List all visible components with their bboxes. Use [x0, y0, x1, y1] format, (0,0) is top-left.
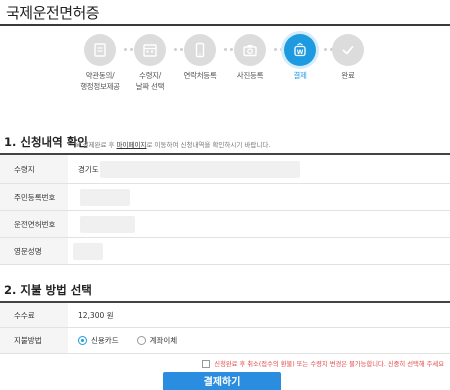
row-label: 주민등록번호	[0, 184, 68, 210]
step-complete: 완료	[318, 30, 378, 81]
progress-steps: 약관동의/ 행정정보제공 수령지/ 날짜 선택 연락처등록 사진등록 W 결제 …	[0, 30, 450, 100]
checkmark-icon	[332, 34, 364, 66]
mypage-link[interactable]: 마이페이지	[117, 141, 147, 149]
consent-checkbox[interactable]	[202, 359, 211, 368]
row-label: 수령지	[0, 155, 68, 183]
masked-value	[73, 243, 103, 260]
radio-credit-card[interactable]: 신용카드	[78, 335, 119, 346]
row-label: 영문성명	[0, 238, 68, 264]
radio-dot[interactable]	[78, 336, 87, 345]
radio-label: 계좌이체	[149, 336, 178, 345]
table-row-license-number: 운전면허번호	[0, 211, 450, 238]
consent-row: 신청완료 후 취소(접수의 환불) 또는 수령지 변경은 불가능합니다. 신중히…	[202, 359, 444, 368]
table-row-resident-number: 주민등록번호	[0, 184, 450, 211]
fee-value: 12,300 원	[78, 310, 114, 320]
note-prefix: ※ 결제완료 후	[75, 141, 117, 149]
radio-bank-transfer[interactable]: 계좌이체	[136, 335, 178, 346]
row-label: 수수료	[0, 303, 68, 327]
svg-text:W: W	[297, 49, 304, 56]
masked-value	[80, 189, 130, 206]
document-icon	[84, 34, 116, 66]
section-note: ※ 결제완료 후 마이페이지로 이동하여 신청내역을 확인하시기 바랍니다.	[75, 139, 270, 149]
won-coin-icon: W	[284, 34, 316, 66]
camera-icon	[234, 34, 266, 66]
row-value: 경기도	[78, 164, 99, 174]
row-label: 운전면허번호	[0, 211, 68, 237]
step-label: 완료	[341, 71, 355, 80]
table-row-english-name: 영문성명	[0, 238, 450, 265]
table-row-pickup: 수령지 경기도	[0, 155, 450, 184]
table-row-fee: 수수료 12,300 원	[0, 303, 450, 328]
page-title: 국제운전면허증	[6, 4, 100, 22]
note-suffix: 로 이동하여 신청내역을 확인하시기 바랍니다.	[146, 141, 271, 149]
table-row-method: 지불방법 신용카드 계좌이체	[0, 328, 450, 354]
masked-value	[100, 161, 300, 178]
phone-icon	[184, 34, 216, 66]
payment-options: 신용카드 계좌이체	[78, 328, 195, 353]
consent-text: 신청완료 후 취소(접수의 환불) 또는 수령지 변경은 불가능합니다. 신중히…	[214, 361, 444, 368]
radio-label: 신용카드	[91, 336, 119, 345]
masked-value	[80, 216, 135, 233]
title-divider	[0, 24, 450, 26]
section-title-payment: 2. 지불 방법 선택	[4, 283, 92, 297]
row-label: 지불방법	[0, 328, 68, 353]
radio-dot[interactable]	[136, 336, 146, 345]
pay-button[interactable]: 결제하기	[163, 372, 281, 390]
calendar-icon	[134, 34, 166, 66]
